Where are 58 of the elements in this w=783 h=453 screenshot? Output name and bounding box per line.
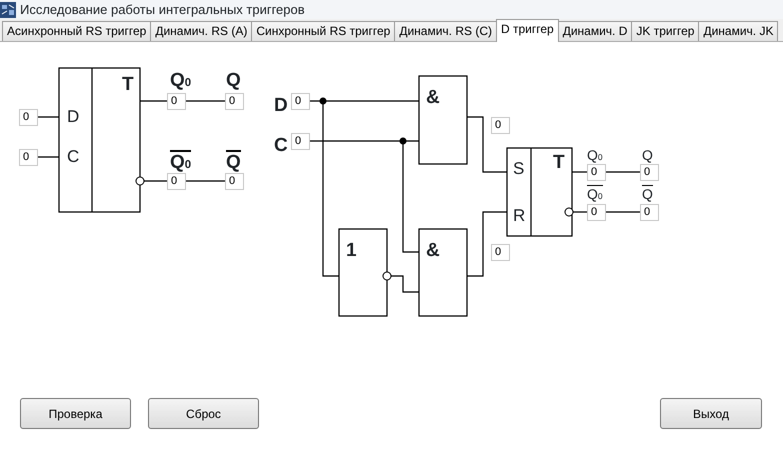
wire xyxy=(38,116,59,118)
junction-dot xyxy=(400,138,406,144)
value-field[interactable]: 0 xyxy=(19,109,38,126)
value-field[interactable]: 0 xyxy=(291,133,310,150)
tab[interactable]: Асинхронный RS триггер xyxy=(2,21,152,41)
value-field[interactable]: 0 xyxy=(491,244,510,261)
value-field[interactable]: 0 xyxy=(640,204,659,221)
block-label: T xyxy=(553,151,565,173)
wire xyxy=(140,100,167,102)
input-label: D xyxy=(67,108,80,126)
input-label: C xyxy=(67,148,80,166)
action-button[interactable]: Сброс xyxy=(148,398,259,429)
wire xyxy=(573,211,587,213)
value-field[interactable]: 0 xyxy=(225,93,244,110)
inverted-output-label: Q xyxy=(642,185,653,202)
tab[interactable]: D триггер xyxy=(496,19,559,42)
value-field[interactable]: 0 xyxy=(167,93,186,110)
reset-label: R xyxy=(513,207,526,225)
wire xyxy=(186,180,225,182)
tab[interactable]: Синхронный RS триггер xyxy=(251,21,396,41)
tab[interactable]: JK триггер xyxy=(631,21,700,41)
tab[interactable]: Динамич. RS (A) xyxy=(150,21,252,41)
inversion-bubble xyxy=(136,176,144,186)
output-label: Q xyxy=(642,146,653,163)
tab[interactable]: Динамич. JK xyxy=(698,21,778,41)
block-label: T xyxy=(122,73,134,95)
value-field[interactable]: 0 xyxy=(225,173,244,190)
input-label: C xyxy=(274,134,288,156)
value-field[interactable]: 0 xyxy=(640,164,659,181)
wire xyxy=(144,180,167,182)
tab[interactable]: Динамич. RS (C) xyxy=(394,21,497,41)
window-title: Исследование работы интегральных триггеров xyxy=(20,0,305,19)
value-field[interactable]: 0 xyxy=(291,93,310,110)
gate-symbol: 1 xyxy=(346,239,357,261)
action-button[interactable]: Выход xyxy=(660,398,762,429)
junction-dot xyxy=(320,98,326,104)
gate-symbol: & xyxy=(426,239,440,261)
wire xyxy=(606,171,640,173)
wire xyxy=(606,211,640,213)
set-label: S xyxy=(513,160,524,178)
input-label: D xyxy=(274,94,288,116)
inversion-bubble xyxy=(564,208,574,216)
output-label: Q xyxy=(226,69,241,91)
value-field[interactable]: 0 xyxy=(167,173,186,190)
wire xyxy=(467,211,507,277)
wire xyxy=(572,171,587,173)
value-field[interactable]: 0 xyxy=(19,149,38,166)
wire xyxy=(186,100,225,102)
inversion-bubble xyxy=(382,272,392,280)
value-field[interactable]: 0 xyxy=(491,117,510,134)
value-field[interactable]: 0 xyxy=(587,164,606,181)
action-button[interactable]: Проверка xyxy=(20,398,131,429)
tab[interactable]: Динамич. D xyxy=(558,21,632,41)
wire xyxy=(38,156,59,158)
wire xyxy=(467,116,507,173)
gate-symbol: & xyxy=(426,86,440,108)
wire xyxy=(391,275,419,293)
value-field[interactable]: 0 xyxy=(587,204,606,221)
